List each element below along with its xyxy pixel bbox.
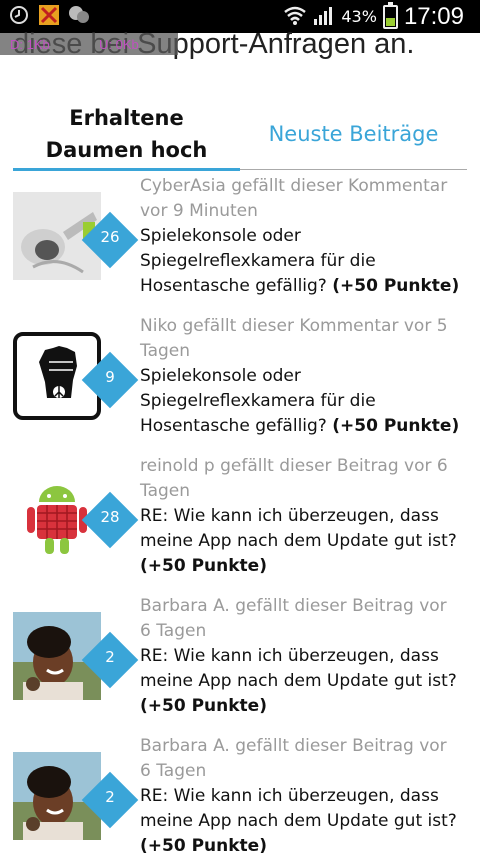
clock-time: 17:09 [403,2,464,30]
chat-icon [68,4,90,26]
wifi-icon [283,5,307,29]
points-label: (+50 Punkte) [140,836,267,853]
points-label: (+50 Punkte) [140,696,267,716]
battery-percent: 43% [341,7,377,26]
activity-meta: Barbara A. gefällt dieser Beitrag vor 6 … [140,596,447,641]
network-speed-overlay: D: 1Kb U: 0Kb [0,33,178,55]
thumbs-count-badge: 2 [105,788,115,806]
tab-label: Erhaltene Daumen hoch [45,105,208,162]
list-item[interactable]: 2 Barbara A. gefällt dieser Beitrag vor … [13,592,467,732]
thumbs-count-badge: 2 [105,648,115,666]
upload-speed: U: 0Kb [99,36,139,52]
battery-icon [382,1,398,29]
points-label: (+50 Punkte) [332,276,460,296]
post-title[interactable]: RE: Wie kann ich überzeugen, dass meine … [140,786,457,831]
activity-meta: CyberAsia gefällt dieser Kommentar vor 9… [140,176,448,221]
thumbs-count-badge: 9 [105,368,115,386]
app-icon [38,4,60,26]
list-item[interactable]: 9 Niko gefällt dieser Kommentar vor 5 Ta… [13,312,467,452]
tab-label: Neuste Beiträge [268,121,439,146]
thumbs-count-badge: 28 [100,508,120,526]
tab-bar: Erhaltene Daumen hoch Neuste Beiträge [13,98,467,171]
download-speed: D: 1Kb [10,36,50,52]
thumbs-count-badge: 26 [100,228,120,246]
tab-received-thumbs-up[interactable]: Erhaltene Daumen hoch [13,98,240,171]
thumbs-up-list: 26 CyberAsia gefällt dieser Kommentar vo… [13,172,467,853]
signal-icon [313,4,335,30]
post-title[interactable]: RE: Wie kann ich überzeugen, dass meine … [140,506,457,551]
activity-meta: Niko gefällt dieser Kommentar vor 5 Tage… [140,316,448,361]
activity-meta: Barbara A. gefällt dieser Beitrag vor 6 … [140,736,447,781]
points-label: (+50 Punkte) [332,416,460,436]
points-label: (+50 Punkte) [140,556,267,576]
clock-icon [8,4,30,26]
activity-meta: reinold p gefällt dieser Beitrag vor 6 T… [140,456,448,501]
tab-newest-posts[interactable]: Neuste Beiträge [240,98,467,169]
list-item[interactable]: 2 Barbara A. gefällt dieser Beitrag vor … [13,732,467,853]
list-item[interactable]: 28 reinold p gefällt dieser Beitrag vor … [13,452,467,592]
post-title[interactable]: RE: Wie kann ich überzeugen, dass meine … [140,646,457,691]
list-item[interactable]: 26 CyberAsia gefällt dieser Kommentar vo… [13,172,467,312]
